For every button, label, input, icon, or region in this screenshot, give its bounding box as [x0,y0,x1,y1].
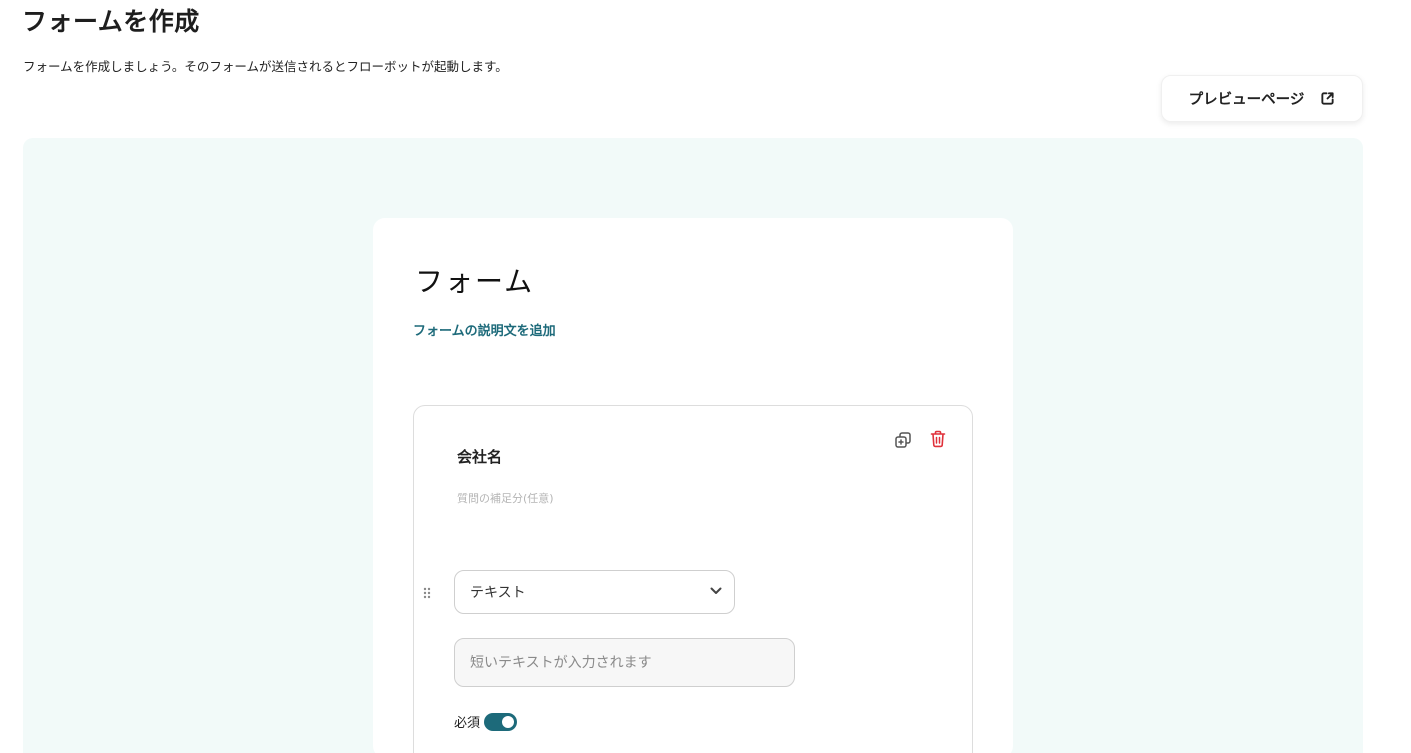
question-hint-field[interactable]: 質問の補足分(任意) [457,490,554,506]
form-title[interactable]: フォーム [415,260,534,300]
form-builder-page: フォームを作成 フォームを作成しましょう。そのフォームが送信されるとフローボット… [0,0,1411,753]
question-type-select[interactable]: テキスト [454,570,735,614]
chevron-down-icon [710,587,722,594]
required-toggle[interactable] [484,712,518,731]
trash-icon[interactable] [930,430,946,448]
answer-preview-input[interactable] [454,638,795,687]
form-card: フォーム フォームの説明文を追加 会社名 質問の補足分(任意) テキスト 短いテ… [373,218,1013,753]
toggle-knob [502,715,515,728]
question-title[interactable]: 会社名 [457,446,502,467]
question-card[interactable]: 会社名 質問の補足分(任意) テキスト 必須 [413,405,973,753]
page-description: フォームを作成しましょう。そのフォームが送信されるとフローボットが起動します。 [23,59,508,74]
external-link-icon [1321,92,1334,105]
add-description-link[interactable]: フォームの説明文を追加 [413,320,556,339]
preview-page-button[interactable]: プレビューページ [1161,75,1363,122]
page-title: フォームを作成 [22,7,200,36]
question-type-value: テキスト [470,585,526,601]
drag-handle-icon[interactable] [423,587,431,599]
required-label: 必須 [454,716,481,731]
required-row: 必須 [454,712,518,731]
duplicate-icon[interactable] [894,431,912,449]
preview-page-label: プレビューページ [1188,92,1305,108]
